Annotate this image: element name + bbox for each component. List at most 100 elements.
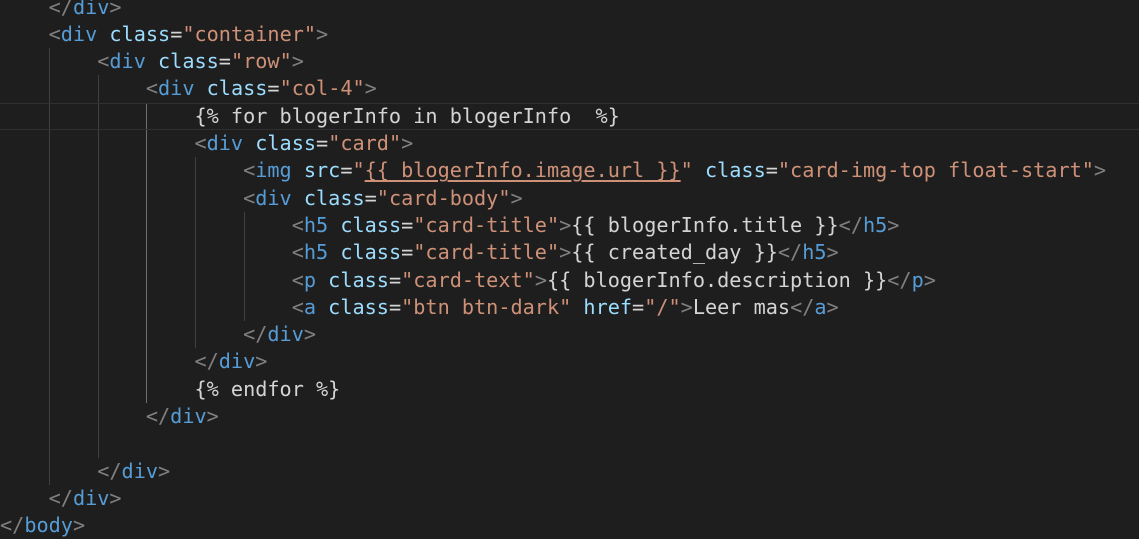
code-token-tag: div [60, 21, 98, 46]
code-token-text: {% endfor %} [194, 376, 341, 401]
code-token-punc: < [243, 158, 256, 183]
code-token-tag: div [170, 404, 207, 428]
code-line[interactable]: <div class="card-body"> [0, 185, 1139, 212]
code-token-str: "col-4" [279, 76, 365, 101]
code-token-str: "container" [182, 21, 317, 46]
code-line[interactable]: <div class="row"> [0, 48, 1139, 75]
code-token-tag: p [911, 267, 924, 292]
code-token-text: = [388, 294, 402, 319]
code-token-text: = [218, 49, 231, 74]
code-token-link: {{ blogerInfo.image.url }} [364, 158, 681, 183]
code-token-punc: > [364, 76, 377, 101]
code-token-punc: > [923, 267, 936, 292]
code-token-str: "/" [644, 294, 681, 319]
code-token-tag: div [109, 49, 146, 74]
code-line[interactable]: </div> [0, 403, 1139, 430]
code-line[interactable]: <img src="{{ blogerInfo.image.url }}" cl… [0, 157, 1139, 184]
code-token-attr: class [340, 212, 402, 237]
code-token-attr: class [704, 158, 766, 183]
code-token-punc: < [291, 212, 304, 237]
code-token-punc: > [1093, 158, 1107, 183]
code-line[interactable]: <h5 class="card-title">{{ created_day }}… [0, 239, 1139, 266]
code-line[interactable]: {% for blogerInfo in blogerInfo %} [0, 102, 1139, 130]
code-token-punc: > [401, 131, 414, 155]
code-line[interactable]: {% endfor %} [0, 376, 1139, 403]
code-token-text: = [170, 21, 183, 46]
code-token-str: "card-title" [413, 212, 560, 237]
code-editor[interactable]: </div> <div class="container"> <div clas… [0, 0, 1139, 539]
code-line[interactable]: </body> [0, 512, 1139, 539]
code-token-attr: class [340, 240, 402, 265]
code-token-tag: div [158, 76, 195, 101]
code-token-str: "row" [230, 49, 292, 74]
code-token-text: {{ blogerInfo.title }} [571, 212, 839, 237]
code-token-attr: class [255, 131, 317, 155]
code-token-str: " [680, 158, 693, 183]
code-token-str: "card" [328, 131, 402, 155]
code-token-attr: href [583, 294, 633, 319]
code-line[interactable]: </div> [0, 0, 1139, 21]
code-token-text: = [267, 76, 280, 101]
code-token-tag: p [303, 267, 317, 292]
code-token-attr: class [158, 49, 219, 74]
code-line[interactable]: <a class="btn btn-dark" href="/">Leer ma… [0, 294, 1139, 321]
code-line[interactable]: </div> [0, 321, 1139, 348]
code-token-str: "card-img-top float-start" [777, 158, 1094, 183]
code-token-punc: > [559, 212, 572, 237]
code-token-punc: </ [194, 349, 219, 374]
code-token-tag: h5 [303, 240, 329, 265]
code-token-punc: > [559, 240, 572, 265]
code-token-text: {% for blogerInfo in blogerInfo %} [194, 103, 620, 128]
code-token-text: = [388, 267, 402, 292]
code-token-tag: h5 [303, 212, 329, 237]
code-line[interactable]: <div class="card"> [0, 130, 1139, 157]
code-token-text: = [401, 240, 414, 265]
code-line[interactable]: </div> [0, 458, 1139, 485]
code-line[interactable]: </div> [0, 348, 1139, 375]
code-token-punc: </ [48, 0, 73, 19]
code-line[interactable]: <h5 class="card-title">{{ blogerInfo.tit… [0, 212, 1139, 239]
code-token-str: "card-title" [413, 240, 560, 265]
code-token-text: = [632, 294, 645, 319]
code-token-punc: < [291, 240, 304, 265]
code-line[interactable]: <div class="col-4"> [0, 75, 1139, 102]
code-token-punc: > [158, 458, 171, 483]
code-token-punc: </ [97, 458, 122, 483]
code-token-tag: a [814, 294, 827, 319]
code-line[interactable]: <div class="container"> [0, 21, 1139, 48]
code-line[interactable]: </div> [0, 485, 1139, 512]
code-token-text: = [401, 212, 414, 237]
code-token-punc: > [534, 267, 547, 292]
code-token-tag: a [303, 294, 317, 319]
code-token-str: "card-body" [376, 185, 511, 210]
code-line[interactable]: <p class="card-text">{{ blogerInfo.descr… [0, 267, 1139, 294]
code-token-punc: > [303, 322, 317, 347]
code-token-tag: div [72, 0, 110, 19]
code-token-punc: < [243, 185, 256, 210]
code-token-punc: > [826, 294, 839, 319]
code-token-attr: class [109, 21, 171, 46]
code-line[interactable] [0, 430, 1139, 457]
code-token-attr: class [303, 185, 365, 210]
code-token-tag: img [255, 158, 292, 183]
code-token-punc: > [109, 0, 122, 19]
